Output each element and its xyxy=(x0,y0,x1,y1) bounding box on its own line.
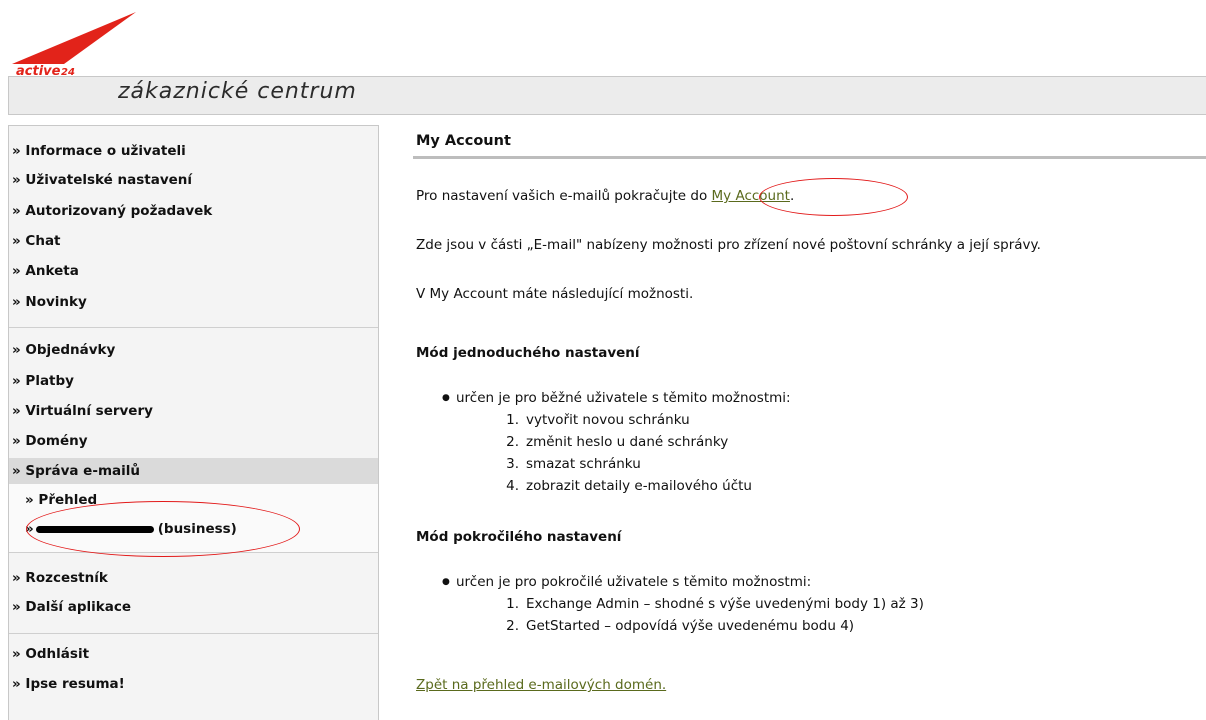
nav-item-user-settings[interactable]: » Uživatelské nastavení xyxy=(12,170,192,190)
subnav-domain-suffix: (business) xyxy=(157,521,237,537)
options-paragraph: V My Account máte následující možnosti. xyxy=(416,286,694,302)
nav-item-user-info[interactable]: » Informace o uživateli xyxy=(12,141,186,161)
list-item: 1. Exchange Admin – shodné s výše uvedený… xyxy=(506,596,924,612)
bullet-simple: určen je pro běžné uživatele s těmito mo… xyxy=(442,390,791,406)
description-paragraph: Zde jsou v části „E-mail" nabízeny možno… xyxy=(416,237,1041,253)
nav-item-virtual-servers[interactable]: » Virtuální servery xyxy=(12,401,153,421)
nav-divider xyxy=(9,327,378,328)
nav-item-authorized-request[interactable]: » Autorizovaný požadavek xyxy=(12,201,212,221)
list-item: 4. zobrazit detaily e-mailového účtu xyxy=(506,478,752,494)
list-item-text: změnit heslo u dané schránky xyxy=(526,434,729,450)
list-item-text: smazat schránku xyxy=(526,456,641,472)
nav-item-orders[interactable]: » Objednávky xyxy=(12,340,115,360)
subnav-item-email-domain[interactable]: » (business) xyxy=(25,519,237,539)
nav-divider xyxy=(9,552,378,553)
nav-divider xyxy=(9,633,378,634)
nav-item-poll[interactable]: » Anketa xyxy=(12,261,79,281)
nav-item-crossroads[interactable]: » Rozcestník xyxy=(12,568,108,588)
bullet-advanced: určen je pro pokročilé uživatele s těmit… xyxy=(442,574,811,590)
redaction-mark xyxy=(35,525,154,533)
list-item: 2. změnit heslo u dané schránky xyxy=(506,434,729,450)
list-item-text: zobrazit detaily e-mailového účtu xyxy=(526,478,752,494)
nav-item-logout[interactable]: » Odhlásit xyxy=(12,644,89,664)
list-item: 3. smazat schránku xyxy=(506,456,641,472)
nav-item-ipse-resuma[interactable]: » Ipse resuma! xyxy=(12,674,125,694)
list-item-text: GetStarted – odpovídá výše uvedenému bod… xyxy=(526,618,855,634)
subnav-item-overview[interactable]: » Přehled xyxy=(25,490,97,510)
brand-logo[interactable]: active 24 xyxy=(4,4,144,79)
sidebar: » Informace o uživateli » Uživatelské na… xyxy=(8,125,379,720)
back-link[interactable]: Zpět na přehled e-mailových domén. xyxy=(416,677,666,693)
logo-graphic: active 24 xyxy=(12,12,136,79)
list-item-text: Exchange Admin – shodné s výše uvedenými… xyxy=(526,596,924,612)
intro-text: Pro nastavení vašich e-mailů pokračujte … xyxy=(416,188,712,204)
intro-suffix: . xyxy=(789,188,795,204)
list-item: 1. vytvořit novou schránku xyxy=(506,412,690,428)
section-heading-simple: Mód jednoduchého nastavení xyxy=(416,345,640,361)
main-content: My Account Pro nastavení vašich e-mailů … xyxy=(413,128,1206,720)
title-divider xyxy=(413,156,1206,159)
nav-item-more-apps[interactable]: » Další aplikace xyxy=(12,597,131,617)
nav-item-payments[interactable]: » Platby xyxy=(12,371,74,391)
subnav-domain-prefix: » xyxy=(25,521,34,537)
list-item: 2. GetStarted – odpovídá výše uvedenému b… xyxy=(506,618,855,634)
header-subtitle: zákaznické centrum xyxy=(118,79,357,104)
list-item-text: vytvořit novou schránku xyxy=(526,412,690,428)
nav-item-news[interactable]: » Novinky xyxy=(12,292,87,312)
nav-item-chat[interactable]: » Chat xyxy=(12,231,61,251)
page-title: My Account xyxy=(416,133,511,149)
intro-paragraph: Pro nastavení vašich e-mailů pokračujte … xyxy=(416,188,794,204)
nav-item-email-management[interactable]: » Správa e-mailů xyxy=(12,461,140,481)
section-heading-advanced: Mód pokročilého nastavení xyxy=(416,529,622,545)
nav-item-domains[interactable]: » Domény xyxy=(12,431,88,451)
my-account-link[interactable]: My Account xyxy=(712,188,790,204)
